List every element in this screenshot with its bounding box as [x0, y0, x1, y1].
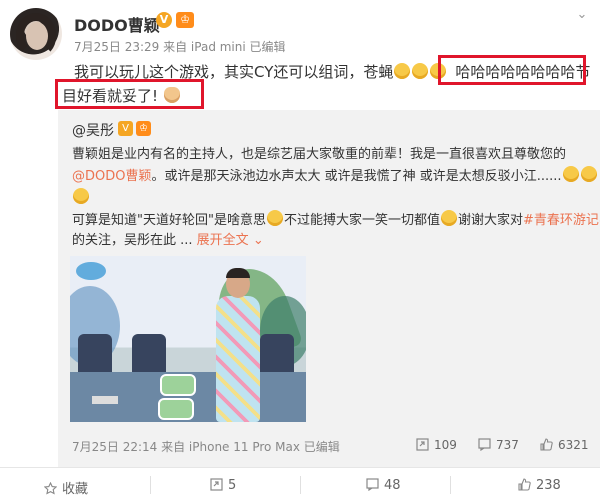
laughing-emoji-icon [412, 63, 429, 79]
divider [0, 467, 600, 468]
like-button[interactable]: 238 [518, 478, 561, 493]
laughing-emoji-icon [440, 210, 457, 226]
like-stat[interactable]: 6321 [540, 438, 589, 452]
chevron-down-icon[interactable]: ⌄ [574, 8, 590, 22]
like-count: 6321 [558, 438, 589, 452]
repost-count: 5 [228, 478, 237, 493]
repost-text-line5: 的关注，吴彤在此 ... 展开全文 ⌄ [72, 232, 264, 250]
avatar-face [26, 22, 48, 50]
person-hair [226, 268, 250, 278]
repost-text-line4: 可算是知道"天道好轮回"是啥意思 不过能搏大家一笑一切都值 谢谢大家对#青春环游记# [72, 210, 600, 230]
author-name[interactable]: DODO曹颖 [74, 12, 160, 36]
divider [300, 476, 301, 494]
crying-emoji-icon [562, 166, 579, 182]
repost-text-line2: @DODO曹颖。或许是那天泳池边水声太大 或许是我慌了神 或许是太想反驳小江..… [72, 166, 598, 186]
divider [450, 476, 451, 494]
show-sign [160, 374, 196, 396]
patterned-outfit [216, 296, 260, 422]
highlight-box [55, 79, 204, 109]
comment-count: 48 [384, 478, 401, 493]
member-crown-icon: ♔ [136, 121, 151, 136]
thumbs-up-icon [518, 478, 531, 491]
repost-text: 。或许是那天泳池边水声太大 或许是我慌了神 或许是太想反驳小江...... [151, 169, 562, 184]
like-count: 238 [536, 478, 561, 493]
repost-stat[interactable]: 109 [416, 438, 457, 452]
repost-button[interactable]: 5 [210, 478, 236, 493]
channel-logo-icon [76, 262, 106, 280]
hashtag-link[interactable]: #青春环游记# [523, 213, 600, 228]
favorite-label: 收藏 [62, 482, 89, 497]
post-image[interactable] [70, 256, 306, 422]
comment-stat[interactable]: 737 [478, 438, 519, 452]
star-icon [44, 482, 57, 495]
repost-text: 谢谢大家对 [457, 213, 523, 228]
nameplate [92, 396, 118, 404]
laughing-emoji-icon [266, 210, 283, 226]
verified-badge-icon: V [156, 12, 172, 28]
favorite-button[interactable]: 收藏 [44, 478, 88, 497]
weibo-post: DODO曹颖 V ♔ ⌄ 7月25日 23:29 来自 iPad mini 已编… [0, 0, 600, 501]
repost-text-line3 [72, 188, 90, 208]
thumbs-up-icon [540, 438, 553, 451]
comment-count: 737 [496, 438, 519, 452]
post-meta: 7月25日 23:29 来自 iPad mini 已编辑 [74, 40, 286, 54]
laughing-emoji-icon [394, 63, 411, 79]
chevron-down-icon[interactable]: ⌄ [249, 233, 264, 248]
repost-icon [416, 438, 429, 451]
expand-full-text-link[interactable]: 展开全文 [197, 233, 249, 248]
repost-text: 曹颖姐是业内有名的主持人，也是综艺届大家敬重的前辈！我是一直很喜欢且尊敬您的 [72, 147, 567, 162]
repost-icon [210, 478, 223, 491]
repost-author[interactable]: @吴彤 [72, 120, 114, 140]
crying-emoji-icon [580, 166, 597, 182]
verified-badge-icon: V [118, 121, 133, 136]
repost-text: 可算是知道"天道好轮回"是啥意思 [72, 213, 266, 228]
show-sign [158, 398, 194, 420]
author-avatar[interactable] [10, 8, 62, 60]
member-crown-icon: ♔ [176, 12, 194, 28]
divider [150, 476, 151, 494]
comment-icon [366, 478, 379, 491]
comment-button[interactable]: 48 [366, 478, 401, 493]
person-figure [216, 268, 260, 422]
repost-text: 的关注，吴彤在此 ... [72, 233, 193, 248]
crying-emoji-icon [73, 188, 89, 204]
repost-text: 不过能搏大家一笑一切都值 [283, 213, 440, 228]
comment-icon [478, 438, 491, 451]
mention-link[interactable]: @DODO曹颖 [72, 169, 152, 184]
repost-count: 109 [434, 438, 457, 452]
highlight-box [438, 55, 586, 85]
repost-meta: 7月25日 22:14 来自 iPhone 11 Pro Max 已编辑 [72, 440, 340, 454]
